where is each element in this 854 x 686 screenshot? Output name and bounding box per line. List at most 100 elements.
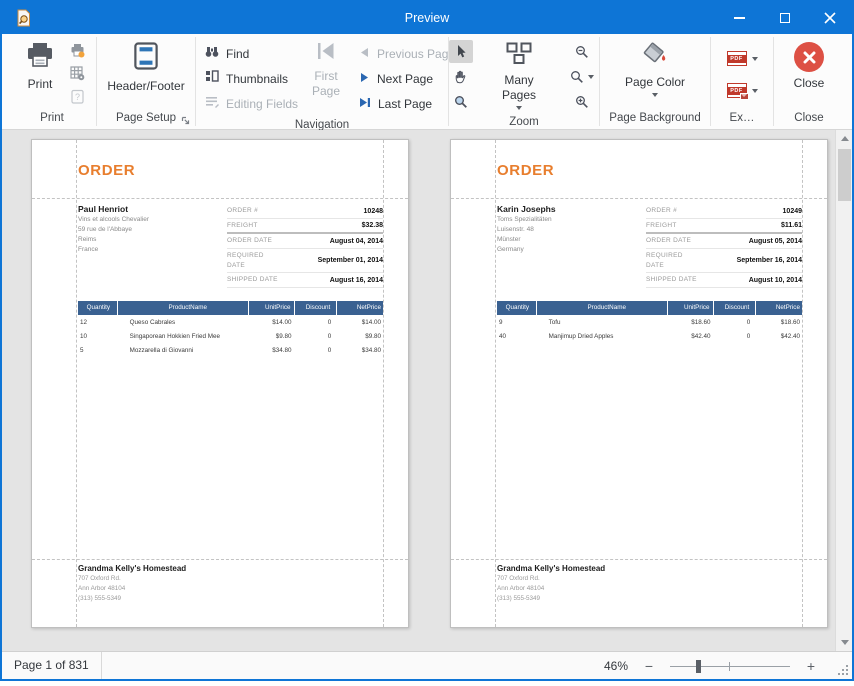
table-row: 9Tofu$18.600$18.60 xyxy=(497,315,802,329)
info-value: 10248 xyxy=(297,208,383,215)
shipper-line: Ann Arbor 48104 xyxy=(78,584,186,594)
document-properties-icon: ? xyxy=(69,88,85,104)
titlebar: Preview xyxy=(2,2,852,34)
zoom-slider-plus-button[interactable]: + xyxy=(804,658,818,674)
info-label: ORDER DATE xyxy=(227,236,297,246)
zoom-level-value: 46% xyxy=(604,659,628,673)
pointer-tool-button[interactable] xyxy=(449,40,473,63)
table-row: 10Singaporean Hokkien Fried Mee$9.800$9.… xyxy=(78,329,383,343)
cell-quantity: 10 xyxy=(78,333,118,340)
customer-name: Karin Josephs xyxy=(497,204,637,214)
zoom-slider[interactable] xyxy=(670,659,790,673)
find-label: Find xyxy=(226,47,249,61)
info-value: August 16, 2014 xyxy=(297,277,383,284)
magnifier-tool-button[interactable] xyxy=(449,90,473,113)
customer-block: Paul Henriot Vins et alcools Chevalier 5… xyxy=(78,204,218,255)
column-header: ProductName xyxy=(118,301,249,315)
header-footer-button[interactable]: Header/Footer xyxy=(101,40,190,96)
order-items-table: Quantity ProductName UnitPrice Discount … xyxy=(497,301,802,343)
page-color-button[interactable]: Page Color xyxy=(619,40,691,99)
margin-guide xyxy=(32,559,408,560)
statusbar-separator xyxy=(101,652,102,679)
ribbon-group-print: Print ? Print xyxy=(8,34,96,129)
zoom-slider-thumb[interactable] xyxy=(696,660,701,673)
scroll-down-button[interactable] xyxy=(836,634,852,651)
cell-unitprice: $34.80 xyxy=(249,347,295,354)
cell-product: Mozzarella di Giovanni xyxy=(118,347,249,354)
cell-netprice: $14.00 xyxy=(337,319,383,326)
previous-page-icon xyxy=(359,45,370,63)
email-envelope-icon xyxy=(740,93,749,100)
ribbon-group-zoom: Many Pages Zoom xyxy=(449,34,599,129)
column-header: UnitPrice xyxy=(668,301,714,315)
hand-tool-button[interactable] xyxy=(449,65,473,88)
statusbar: Page 1 of 831 46% − + xyxy=(2,651,852,679)
previous-page-label: Previous Page xyxy=(377,47,455,61)
column-header: Quantity xyxy=(497,301,537,315)
minimize-button[interactable] xyxy=(717,2,762,34)
customer-block: Karin Josephs Toms Spezialitäten Luisens… xyxy=(497,204,637,255)
zoom-dropdown-button[interactable] xyxy=(565,65,599,88)
order-info-block: ORDER #10248 FREIGHT$32.38 ORDER DATEAug… xyxy=(227,204,383,288)
first-page-label: First Page xyxy=(309,69,343,99)
info-label: SHIPPED DATE xyxy=(646,275,716,285)
close-window-button[interactable] xyxy=(807,2,852,34)
cell-unitprice: $42.40 xyxy=(668,333,714,340)
customer-line: Toms Spezialitäten xyxy=(497,215,637,225)
print-options-icon[interactable] xyxy=(69,65,85,81)
page-color-label: Page Color xyxy=(625,75,685,90)
scrollbar-thumb[interactable] xyxy=(838,149,851,201)
close-preview-button[interactable]: Close xyxy=(788,40,831,93)
many-pages-caret-icon xyxy=(516,106,522,110)
find-button[interactable]: Find xyxy=(197,41,301,66)
last-page-button[interactable]: Last Page xyxy=(351,91,447,116)
cell-product: Tofu xyxy=(537,319,668,326)
margin-guide xyxy=(76,140,77,627)
hand-icon xyxy=(454,70,468,84)
page-setup-dialog-launcher[interactable] xyxy=(181,113,190,131)
print-group-label: Print xyxy=(8,109,96,129)
customer-line: Germany xyxy=(497,245,637,255)
cell-discount: 0 xyxy=(714,333,757,340)
print-button[interactable]: Print xyxy=(19,40,61,94)
ribbon-group-page-background: Page Color Page Background xyxy=(600,34,710,129)
vertical-scrollbar[interactable] xyxy=(835,130,852,651)
zoom-slider-track[interactable] xyxy=(670,666,790,667)
cell-unitprice: $9.80 xyxy=(249,333,295,340)
quick-print-icon[interactable] xyxy=(69,42,85,58)
close-window-icon xyxy=(824,12,836,24)
zoom-slider-minus-button[interactable]: − xyxy=(642,658,656,674)
customer-line: Reims xyxy=(78,235,218,245)
many-pages-button[interactable]: Many Pages xyxy=(481,40,557,112)
export-pdf-icon: PDF xyxy=(727,51,747,66)
thumbnails-button[interactable]: Thumbnails xyxy=(197,66,301,91)
cell-discount: 0 xyxy=(295,333,338,340)
send-pdf-email-button[interactable]: PDF xyxy=(727,78,758,104)
last-page-label: Last Page xyxy=(378,97,432,111)
svg-text:?: ? xyxy=(74,92,79,102)
maximize-button[interactable] xyxy=(762,2,807,34)
export-group-label: Ex… xyxy=(711,109,773,129)
info-value: August 04, 2014 xyxy=(297,238,383,245)
ribbon-group-page-setup: Header/Footer Page Setup xyxy=(97,34,195,129)
customer-line: Vins et alcools Chevalier xyxy=(78,215,218,225)
thumbnails-icon xyxy=(205,69,219,88)
editing-fields-button: Editing Fields xyxy=(197,91,301,116)
ribbon-group-navigation: Find Thumbnails Editing Fields First Pag… xyxy=(196,34,448,129)
scroll-up-button[interactable] xyxy=(836,130,852,147)
cell-discount: 0 xyxy=(295,347,338,354)
table-header-row: Quantity ProductName UnitPrice Discount … xyxy=(497,301,802,315)
close-icon xyxy=(794,42,824,72)
table-row: 12Queso Cabrales$14.000$14.00 xyxy=(78,315,383,329)
next-page-button[interactable]: Next Page xyxy=(351,66,447,91)
shipper-name: Grandma Kelly's Homestead xyxy=(78,564,186,573)
shipper-line: 707 Oxford Rd. xyxy=(497,574,605,584)
zoom-out-button[interactable] xyxy=(570,40,594,63)
zoom-in-button[interactable] xyxy=(570,90,594,113)
resize-grip[interactable] xyxy=(846,673,848,675)
column-header: ProductName xyxy=(537,301,668,315)
column-header: Quantity xyxy=(78,301,118,315)
cell-netprice: $18.60 xyxy=(756,319,802,326)
info-label: FREIGHT xyxy=(646,221,716,231)
export-to-pdf-button[interactable]: PDF xyxy=(727,46,758,72)
